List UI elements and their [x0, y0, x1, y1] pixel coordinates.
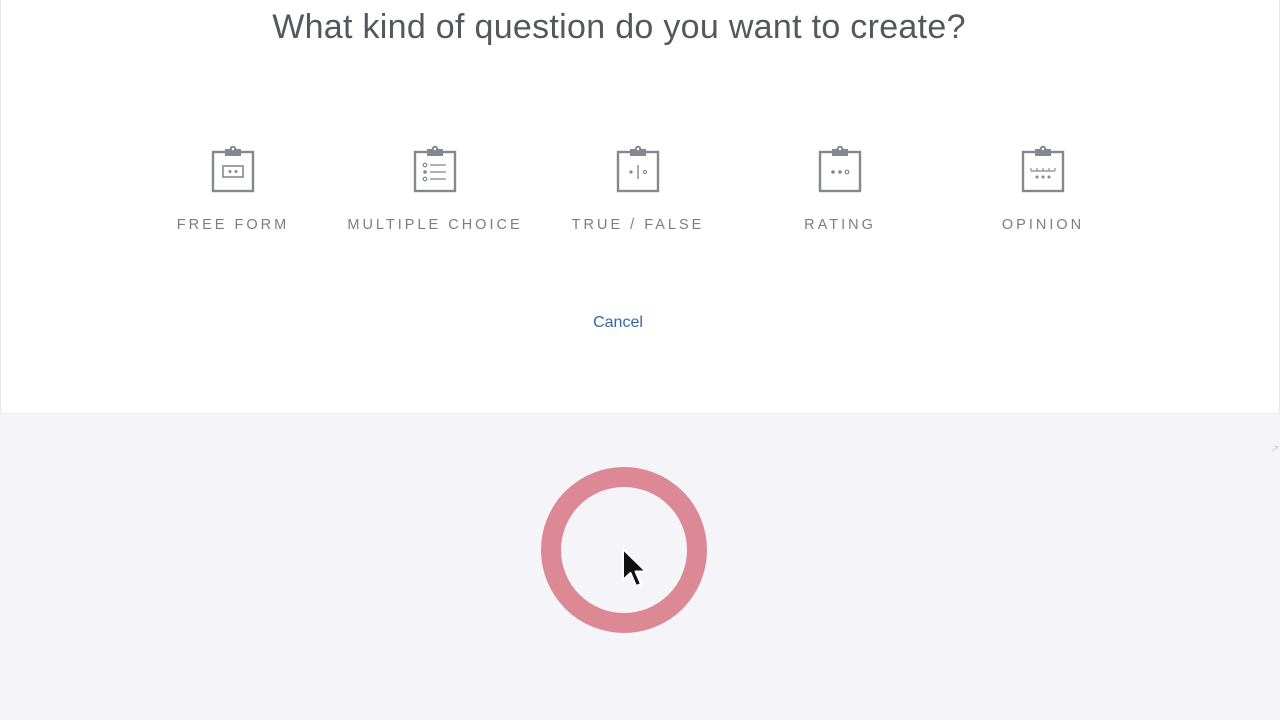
option-opinion[interactable]: OPINION [943, 145, 1143, 240]
option-label: TRUE / FALSE [571, 217, 705, 233]
question-type-panel: What kind of question do you want to cre… [0, 0, 1280, 413]
clipboard-list-icon [413, 145, 457, 193]
clipboard-opinion-icon [1021, 145, 1065, 193]
option-free-form[interactable]: FREE FORM [133, 145, 333, 240]
option-label: OPINION [1001, 217, 1085, 233]
option-true-false[interactable]: TRUE / FALSE [538, 145, 738, 240]
option-label: FREE FORM [176, 217, 290, 233]
page-title: What kind of question do you want to cre… [272, 8, 966, 46]
option-label: MULTIPLE CHOICE [347, 217, 523, 233]
clipboard-true-false-icon [616, 145, 660, 193]
clipboard-free-form-icon [211, 145, 255, 193]
question-type-options: FREE FORM MULTIPLE CHOICE TRUE / FALSE R… [1, 145, 1280, 245]
mouse-cursor-icon [622, 548, 647, 587]
option-label: RATING [804, 217, 876, 233]
scroll-edge-icon: ↗ [1270, 444, 1279, 455]
cancel-link[interactable]: Cancel [568, 314, 668, 332]
option-rating[interactable]: RATING [740, 145, 940, 240]
clipboard-rating-icon [818, 145, 862, 193]
option-multiple-choice[interactable]: MULTIPLE CHOICE [335, 145, 535, 240]
